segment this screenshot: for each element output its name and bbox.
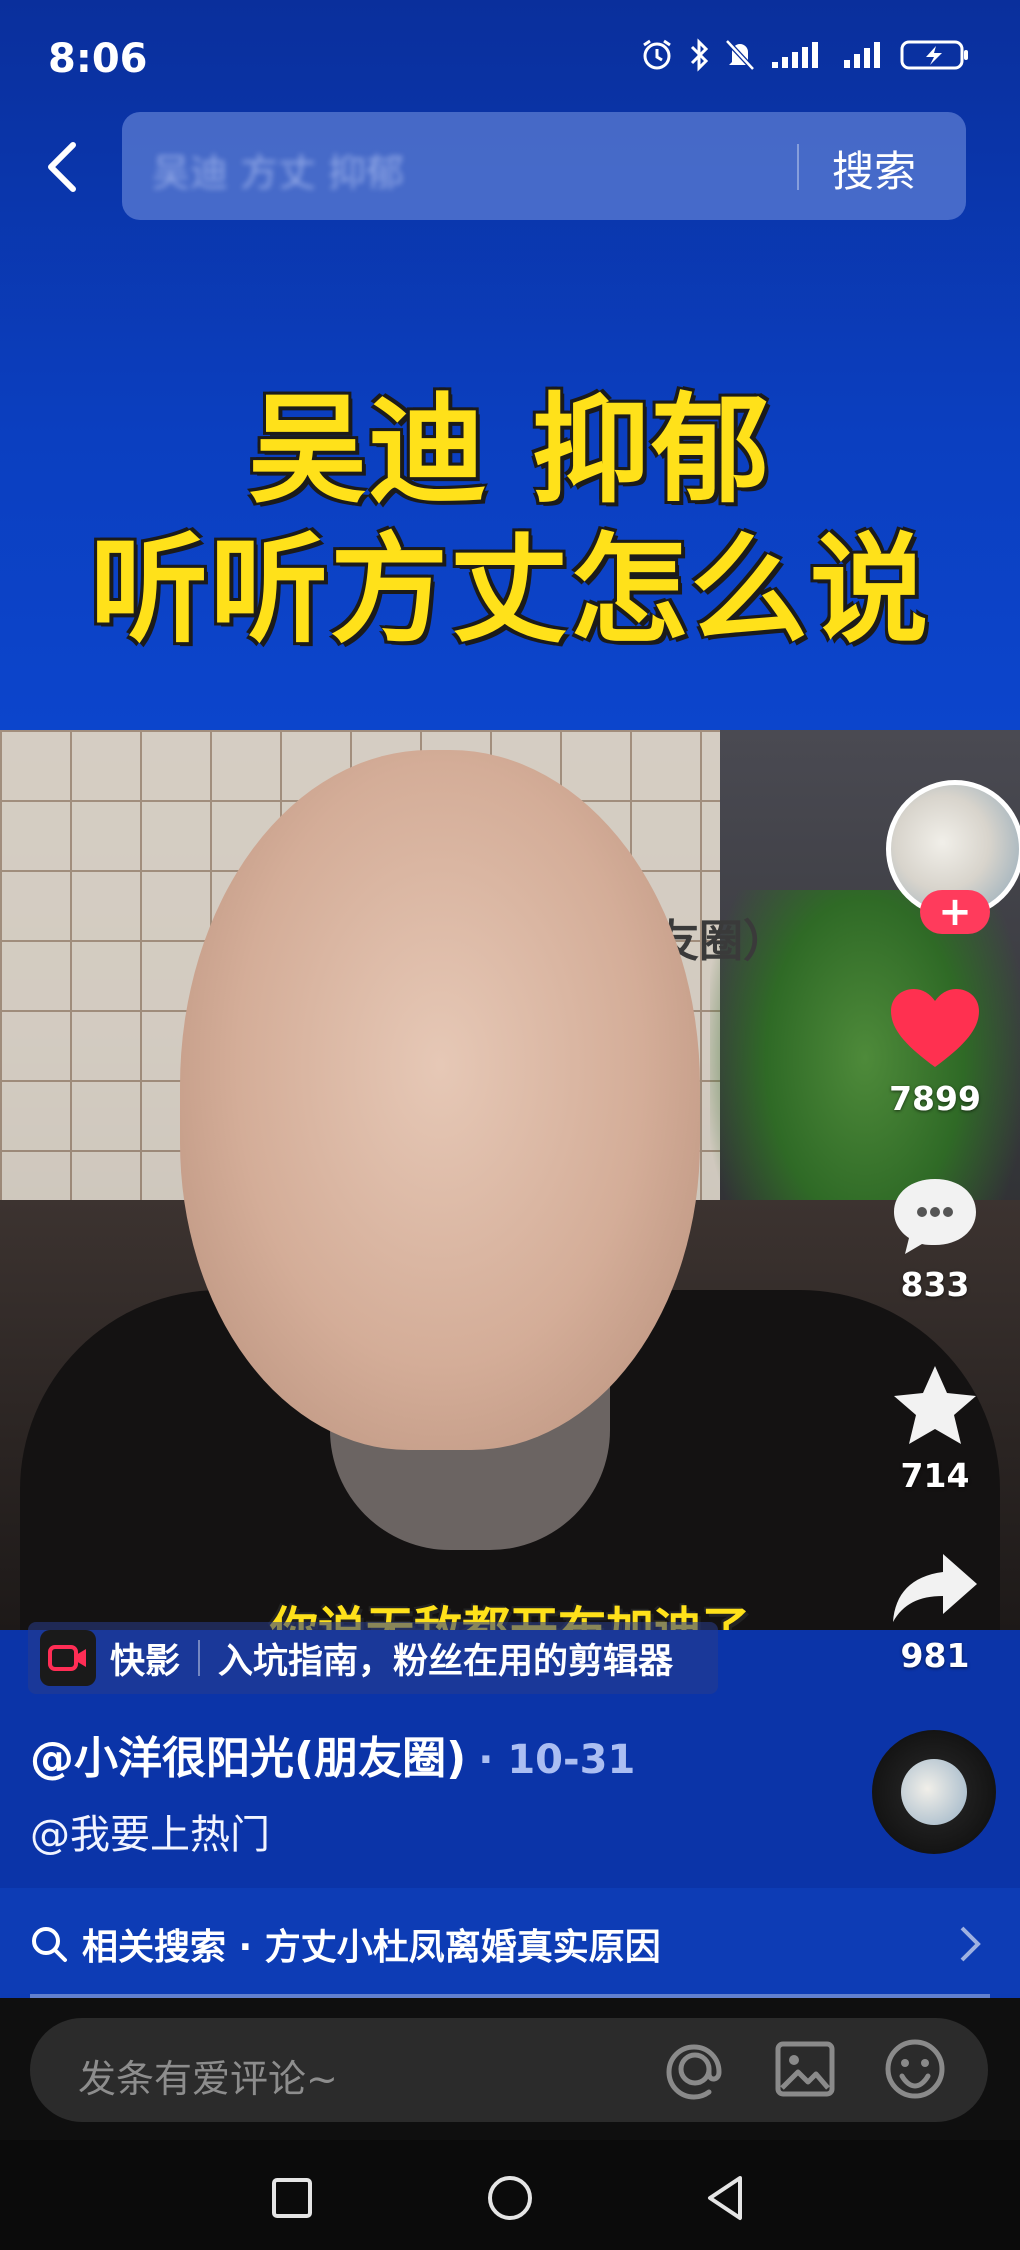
star-icon (894, 1366, 976, 1444)
status-time: 8:06 (48, 36, 148, 82)
chevron-left-icon (48, 142, 76, 192)
share-arrow-icon (893, 1554, 977, 1622)
battery-icon (900, 40, 968, 70)
comment-bar: 发条有爱评论~ (0, 1998, 1020, 2140)
share-action[interactable]: 981 (850, 1548, 1020, 1675)
bluetooth-icon (690, 38, 709, 72)
search-box[interactable]: 吴迪 方丈 抑郁 搜索 (122, 112, 966, 220)
post-date: · 10-31 (478, 1737, 636, 1783)
alarm-icon (643, 39, 671, 70)
chevron-right-icon (960, 1926, 981, 1962)
back-button[interactable] (28, 132, 98, 202)
mute-icon (725, 39, 755, 71)
tag-text: 入坑指南，粉丝在用的剪辑器 (218, 1641, 674, 1682)
music-cover (901, 1759, 967, 1825)
headline-line-1: 吴迪 抑郁 (248, 381, 772, 519)
search-row: 吴迪 方丈 抑郁 搜索 (0, 110, 1020, 225)
like-action[interactable]: 7899 (850, 985, 1020, 1118)
search-icon (32, 1927, 67, 1962)
video-headline: 吴迪 抑郁 听听方丈怎么说 (0, 380, 1020, 660)
comment-icons (662, 2036, 948, 2102)
author-row: @小洋很阳光(朋友圈) · 10-31 (30, 1722, 635, 1786)
mention-link[interactable]: @我要上热门 (30, 1802, 270, 1860)
comment-count: 833 (900, 1265, 970, 1304)
search-divider (797, 144, 799, 190)
home-button[interactable] (480, 2168, 540, 2228)
status-icons (640, 38, 970, 72)
comment-bubble-icon (894, 1179, 976, 1254)
back-nav-button[interactable] (696, 2168, 756, 2228)
emoji-icon[interactable] (882, 2036, 948, 2102)
image-icon[interactable] (772, 2036, 838, 2102)
follow-button[interactable]: + (920, 889, 990, 935)
like-count: 7899 (889, 1079, 981, 1118)
favorite-count: 714 (900, 1456, 970, 1495)
square-icon (272, 2178, 312, 2218)
tag-separator (198, 1640, 201, 1676)
heart-icon (891, 989, 979, 1067)
circle-icon (488, 2176, 532, 2220)
related-search-text: 相关搜索 · 方丈小杜凤离婚真实原因 (82, 1927, 661, 1968)
status-bar: 8:06 (0, 0, 1020, 110)
app-tag-bar[interactable]: 快影 入坑指南，粉丝在用的剪辑器 (28, 1622, 718, 1694)
favorite-action[interactable]: 714 (850, 1362, 1020, 1495)
comment-input[interactable]: 发条有爱评论~ (30, 2018, 988, 2122)
person-head (180, 750, 700, 1450)
music-disc[interactable] (872, 1730, 996, 1854)
comment-placeholder: 发条有爱评论~ (78, 2057, 338, 2101)
recent-apps-button[interactable] (262, 2168, 322, 2228)
related-search-bar[interactable]: 相关搜索 · 方丈小杜凤离婚真实原因 (0, 1888, 1020, 1998)
search-input[interactable]: 吴迪 方丈 抑郁 (152, 142, 772, 192)
triangle-back-icon (708, 2176, 742, 2220)
signal-2-icon (844, 42, 880, 68)
search-button[interactable]: 搜索 (832, 138, 916, 199)
signal-1-icon (772, 42, 818, 68)
tag-app-name: 快影 (110, 1641, 181, 1682)
system-nav-bar (0, 2140, 1020, 2250)
comment-action[interactable]: 833 (850, 1175, 1020, 1304)
kuaiying-logo-icon (40, 1630, 96, 1686)
share-count: 981 (900, 1636, 970, 1675)
at-mention-icon[interactable] (662, 2036, 728, 2102)
headline-line-2: 听听方丈怎么说 (89, 521, 930, 659)
author-name[interactable]: @小洋很阳光(朋友圈) (30, 1733, 466, 1784)
